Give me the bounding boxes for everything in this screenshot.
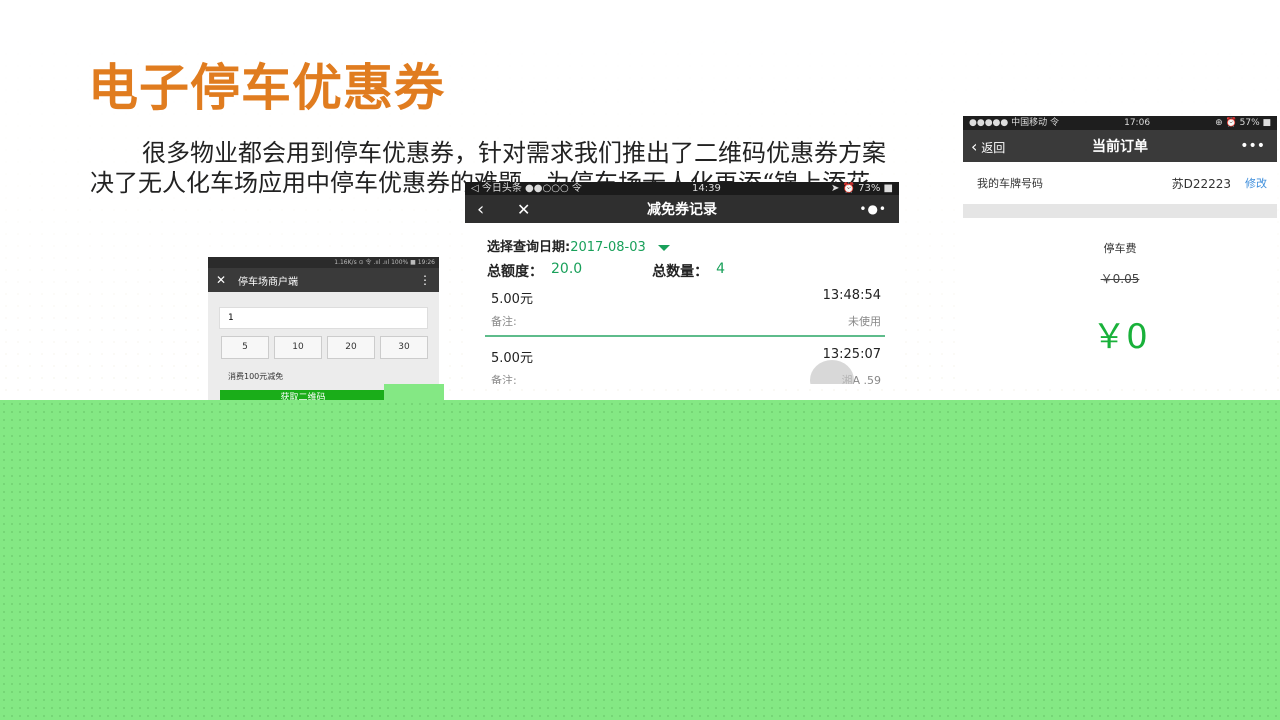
chevron-left-icon: ‹: [971, 136, 978, 156]
caret-down-icon[interactable]: [657, 244, 670, 251]
total-amount-label: 总额度：: [487, 264, 543, 280]
amount-options: 5 10 20 30: [221, 336, 428, 359]
back-arrow-icon[interactable]: ‹: [477, 199, 517, 220]
edit-link[interactable]: 修改: [1245, 175, 1267, 191]
close-icon[interactable]: ✕: [517, 200, 530, 219]
record-time: 13:48:54: [822, 288, 881, 303]
status-left: ●●●●● 中国移动 令: [969, 118, 1059, 128]
record-amount: 5.00元: [491, 292, 533, 307]
total-amount: 20.0: [551, 261, 583, 277]
slide-title: 电子停车优惠券: [88, 59, 445, 117]
amount-chip-30[interactable]: 30: [380, 336, 428, 359]
record-note-label: 备注:: [491, 374, 517, 384]
summary-row: 总额度： 20.0 总数量： 4: [487, 261, 899, 281]
plate-row: 我的车牌号码 苏D22223 修改: [963, 162, 1277, 204]
fee-label: 停车费: [1103, 242, 1137, 255]
date-label: 选择查询日期:: [487, 240, 571, 255]
fee-original: ￥0.05: [1100, 272, 1140, 286]
plate-label: 我的车牌号码: [977, 177, 1043, 190]
amount-chip-20[interactable]: 20: [327, 336, 375, 359]
list-item[interactable]: 5.00元 13:48:54 备注: 未使用: [491, 288, 881, 329]
status-time: 14:39: [691, 183, 721, 194]
vertical-dots-icon[interactable]: ⋮: [419, 273, 431, 287]
total-count-label: 总数量：: [652, 264, 709, 280]
app-header: ‹ ✕ 减免券记录 •●•: [465, 195, 899, 223]
paragraph-line-1: 很多物业都会用到停车优惠券，针对需求我们推出了二维码优惠券方案: [142, 139, 886, 167]
get-qrcode-button[interactable]: 获取二维码: [220, 390, 386, 400]
status-right: ➤ ⏰ 73% ■: [830, 183, 893, 194]
status-bar: ●●●●● 中国移动 令 17:06 ⊕ ⏰ 57% ■: [963, 116, 1277, 130]
more-dots-icon[interactable]: •●•: [859, 202, 887, 216]
app-header: ✕ 停车场商户端 ⋮: [208, 268, 439, 292]
divider: [485, 335, 885, 337]
total-count: 4: [716, 261, 726, 277]
background-patch: [384, 384, 444, 400]
fee-final: ￥0: [1092, 317, 1148, 357]
close-icon[interactable]: ✕: [216, 273, 238, 287]
status-time: 17:06: [1124, 118, 1151, 128]
page-title: 当前订单: [1092, 139, 1148, 155]
section-divider: [963, 204, 1277, 218]
record-note-label: 备注:: [491, 315, 517, 328]
merchant-app-screenshot: 1.16K/s ⊙ 令 .ııl .ııl 100% ■ 19:26 ✕ 停车场…: [208, 257, 439, 400]
status-left: ◁ 今日头条 ●●○○○ 令: [471, 183, 582, 194]
back-label: 返回: [981, 140, 1006, 155]
green-footer-band: [0, 400, 1280, 720]
record-status: 未使用: [848, 315, 881, 328]
amount-chip-5[interactable]: 5: [221, 336, 269, 359]
status-bar: 1.16K/s ⊙ 令 .ııl .ııl 100% ■ 19:26: [208, 257, 439, 268]
more-dots-icon[interactable]: •••: [1240, 138, 1265, 154]
record-amount: 5.00元: [491, 351, 533, 366]
plate-number: 苏D22223: [1171, 176, 1231, 191]
back-button[interactable]: ‹ 返回: [971, 137, 1005, 156]
date-value: 2017-08-03: [570, 240, 646, 255]
date-selector[interactable]: 选择查询日期:2017-08-03: [487, 236, 899, 255]
status-bar: ◁ 今日头条 ●●○○○ 令 14:39 ➤ ⏰ 73% ■: [465, 182, 899, 195]
discount-hint: 消费100元减免: [228, 372, 284, 381]
amount-chip-10[interactable]: 10: [274, 336, 322, 359]
app-title: 停车场商户端: [238, 276, 298, 288]
status-right: ⊕ ⏰ 57% ■: [1215, 118, 1271, 128]
coupon-records-screenshot: ◁ 今日头条 ●●○○○ 令 14:39 ➤ ⏰ 73% ■ ‹ ✕ 减免券记录…: [465, 182, 899, 384]
current-order-screenshot: ●●●●● 中国移动 令 17:06 ⊕ ⏰ 57% ■ ‹ 返回 当前订单 •…: [963, 116, 1277, 384]
app-header: ‹ 返回 当前订单 •••: [963, 130, 1277, 162]
amount-input[interactable]: 1: [219, 307, 428, 329]
